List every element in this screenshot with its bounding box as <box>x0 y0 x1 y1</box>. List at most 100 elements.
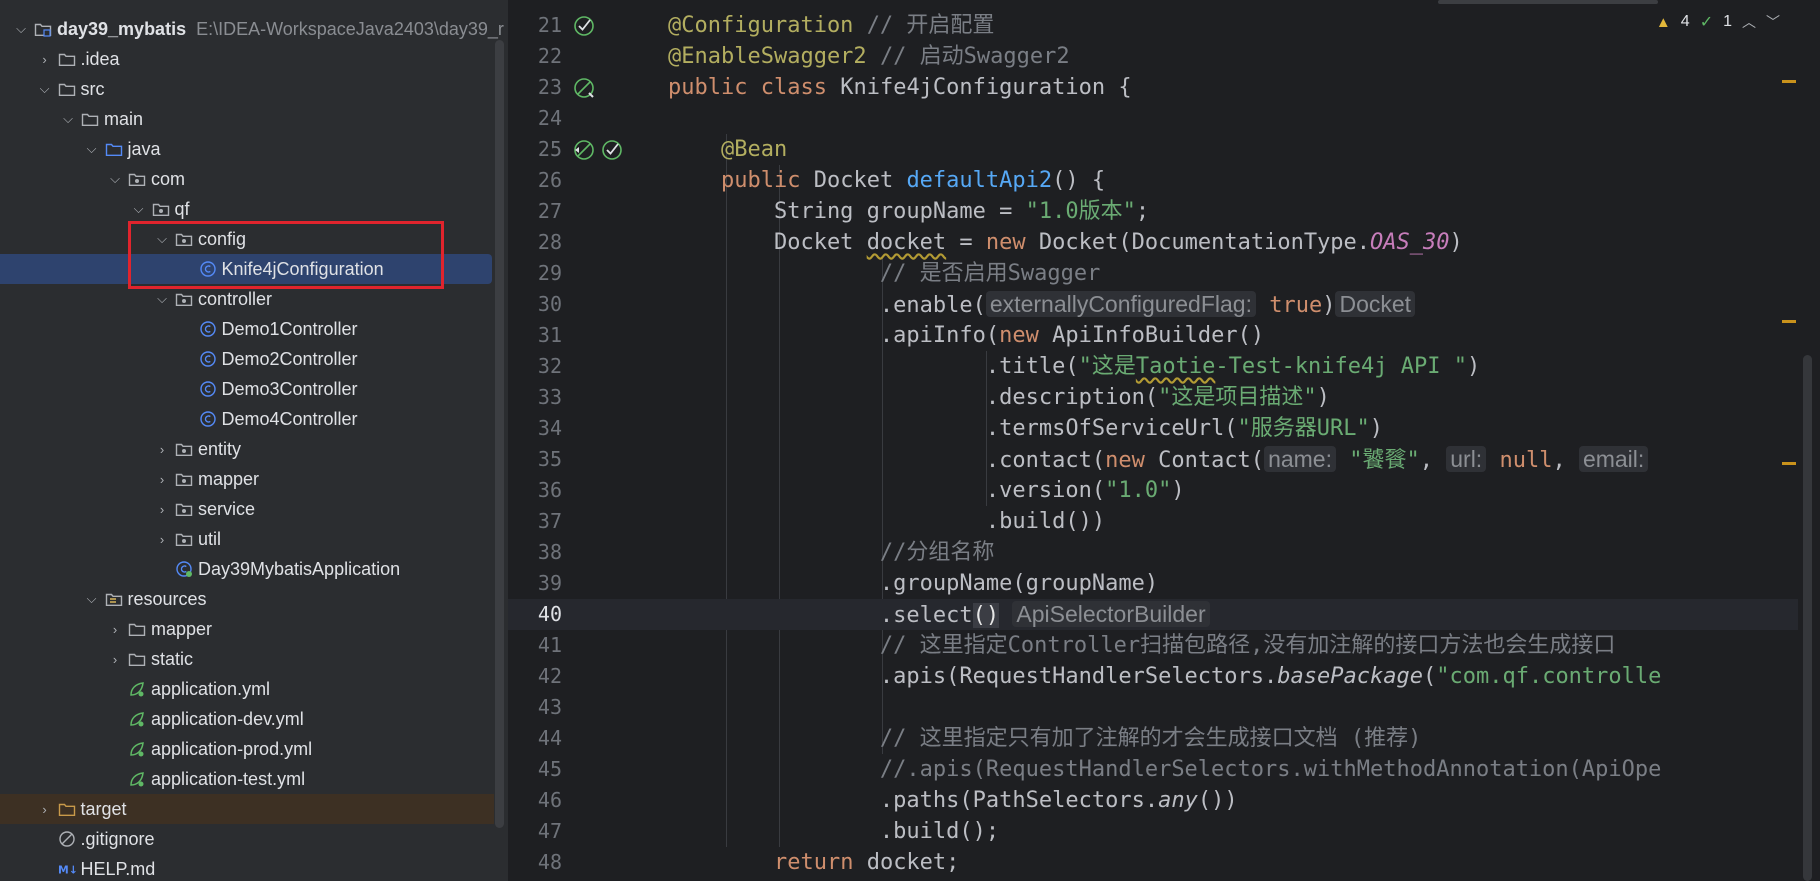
chevron-down-icon[interactable]: ⌵ <box>155 291 169 307</box>
tree-node[interactable]: ⌵ qf <box>0 194 494 224</box>
code-text[interactable]: .termsOfServiceUrl("服务器URL") <box>668 413 1383 444</box>
code-text[interactable]: Docket docket = new Docket(Documentation… <box>668 227 1463 258</box>
error-stripe-marker[interactable] <box>1782 462 1796 465</box>
editor-scrollbar[interactable] <box>1803 355 1812 881</box>
tree-node[interactable]: Demo3Controller <box>0 374 494 404</box>
code-text[interactable]: .build()) <box>668 506 1105 537</box>
line-number[interactable]: 33 <box>508 382 562 413</box>
chevron-down-icon[interactable]: ⌵ <box>132 201 146 217</box>
chevron-down-icon[interactable]: ⌵ <box>85 591 99 607</box>
line-number[interactable]: 28 <box>508 227 562 258</box>
next-highlight-icon[interactable]: ﹀ <box>1766 12 1780 32</box>
line-number[interactable]: 46 <box>508 785 562 816</box>
code-line[interactable]: 30 .enable(externallyConfiguredFlag: tru… <box>508 289 1798 320</box>
line-number[interactable]: 39 <box>508 568 562 599</box>
line-number[interactable]: 26 <box>508 165 562 196</box>
code-line[interactable]: 34 .termsOfServiceUrl("服务器URL") <box>508 413 1798 444</box>
line-number[interactable]: 24 <box>508 103 562 134</box>
code-line[interactable]: 25 @Bean <box>508 134 1798 165</box>
chevron-right-icon[interactable]: › <box>155 442 169 457</box>
line-number[interactable]: 23 <box>508 72 562 103</box>
tree-node[interactable]: Knife4jConfiguration <box>0 254 492 284</box>
line-number[interactable]: 41 <box>508 630 562 661</box>
chevron-down-icon[interactable]: ⌵ <box>38 81 52 97</box>
chevron-right-icon[interactable]: › <box>108 622 122 637</box>
code-text[interactable]: //分组名称 <box>668 537 995 568</box>
code-text[interactable]: .paths(PathSelectors.any()) <box>668 785 1238 816</box>
code-text[interactable]: .title("这是Taotie-Test-knife4j API ") <box>668 351 1480 382</box>
line-number[interactable]: 42 <box>508 661 562 692</box>
chevron-right-icon[interactable]: › <box>38 52 52 67</box>
code-line[interactable]: 36 .version("1.0") <box>508 475 1798 506</box>
code-text[interactable]: return docket; <box>668 847 959 878</box>
error-stripe-marker[interactable] <box>1782 320 1796 323</box>
tree-node[interactable]: › mapper <box>0 614 494 644</box>
line-number[interactable]: 22 <box>508 41 562 72</box>
tree-node[interactable]: Demo4Controller <box>0 404 494 434</box>
error-stripe-marker[interactable] <box>1782 80 1796 83</box>
line-number[interactable]: 29 <box>508 258 562 289</box>
line-number[interactable]: 36 <box>508 475 562 506</box>
line-number[interactable]: 44 <box>508 723 562 754</box>
code-line[interactable]: 24 <box>508 103 1798 134</box>
code-text[interactable]: .enable(externallyConfiguredFlag: true) D… <box>668 289 1416 321</box>
tree-node[interactable]: ⌵ config <box>0 224 494 254</box>
tree-node[interactable]: Demo2Controller <box>0 344 494 374</box>
chevron-down-icon[interactable]: ⌵ <box>108 171 122 187</box>
code-text[interactable]: .apiInfo(new ApiInfoBuilder() <box>668 320 1264 351</box>
prev-highlight-icon[interactable]: ︿ <box>1742 12 1756 32</box>
code-line[interactable]: 29 // 是否启用Swagger <box>508 258 1798 289</box>
tree-node[interactable]: › service <box>0 494 494 524</box>
tree-node[interactable]: ⌵ java <box>0 134 494 164</box>
code-text[interactable]: @Bean <box>668 134 787 165</box>
line-number[interactable]: 30 <box>508 289 562 320</box>
tree-node[interactable]: › mapper <box>0 464 494 494</box>
tree-node[interactable]: ⌵ controller <box>0 284 494 314</box>
code-line[interactable]: 33 .description("这是项目描述") <box>508 382 1798 413</box>
line-number[interactable]: 40 <box>508 599 562 630</box>
line-number[interactable]: 21 <box>508 10 562 41</box>
tree-node[interactable]: Demo1Controller <box>0 314 494 344</box>
line-number[interactable]: 31 <box>508 320 562 351</box>
code-text[interactable]: .version("1.0") <box>668 475 1185 506</box>
chevron-down-icon[interactable]: ⌵ <box>85 141 99 157</box>
line-number[interactable]: 47 <box>508 816 562 847</box>
code-line[interactable]: 41 // 这里指定Controller扫描包路径,没有加注解的接口方法也会生成… <box>508 630 1798 661</box>
code-line[interactable]: 23 public class Knife4jConfiguration { <box>508 72 1798 103</box>
bean-check-icon[interactable] <box>600 138 624 162</box>
code-text[interactable]: .description("这是项目描述") <box>668 382 1330 413</box>
code-text[interactable]: .groupName(groupName) <box>668 568 1158 599</box>
chevron-right-icon[interactable]: › <box>155 472 169 487</box>
code-editor[interactable]: 21 @Configuration // 开启配置 22 @EnableSwagger… <box>508 0 1820 881</box>
code-line[interactable]: 28 Docket docket = new Docket(Documentat… <box>508 227 1798 258</box>
tree-node[interactable]: .gitignore <box>0 824 494 854</box>
code-text[interactable]: String groupName = "1.0版本"; <box>668 196 1149 227</box>
line-number[interactable]: 34 <box>508 413 562 444</box>
inspection-widget[interactable]: ▲ 4 ✓ 1 ︿ ﹀ <box>1656 12 1780 32</box>
chevron-down-icon[interactable]: ⌵ <box>61 111 75 127</box>
code-line[interactable]: 38 //分组名称 <box>508 537 1798 568</box>
bean-nav-icon[interactable] <box>572 138 596 162</box>
line-number[interactable]: 38 <box>508 537 562 568</box>
code-text[interactable]: .apis(RequestHandlerSelectors.basePackag… <box>668 661 1661 692</box>
line-number[interactable]: 48 <box>508 847 562 878</box>
code-text[interactable]: // 这里指定Controller扫描包路径,没有加注解的接口方法也会生成接口 <box>668 630 1615 661</box>
code-line[interactable]: 32 .title("这是Taotie-Test-knife4j API ") <box>508 351 1798 382</box>
tree-node[interactable]: › .idea <box>0 44 494 74</box>
line-number[interactable]: 27 <box>508 196 562 227</box>
code-line[interactable]: 37 .build()) <box>508 506 1798 537</box>
tree-node[interactable]: › entity <box>0 434 494 464</box>
code-line[interactable]: 22 @EnableSwagger2 // 启动Swagger2 <box>508 41 1798 72</box>
tree-node[interactable]: › util <box>0 524 494 554</box>
code-line[interactable]: 47 .build(); <box>508 816 1798 847</box>
chevron-right-icon[interactable]: › <box>108 652 122 667</box>
tree-node[interactable]: ⌵ com <box>0 164 494 194</box>
tree-node[interactable]: ⌵ main <box>0 104 494 134</box>
code-text[interactable]: public class Knife4jConfiguration { <box>668 72 1132 103</box>
code-line[interactable]: 31 .apiInfo(new ApiInfoBuilder() <box>508 320 1798 351</box>
bean-check-icon[interactable] <box>572 14 596 38</box>
chevron-down-icon[interactable]: ⌵ <box>14 21 28 37</box>
line-number[interactable]: 45 <box>508 754 562 785</box>
code-line[interactable]: 27 String groupName = "1.0版本"; <box>508 196 1798 227</box>
chevron-down-icon[interactable]: ⌵ <box>155 231 169 247</box>
